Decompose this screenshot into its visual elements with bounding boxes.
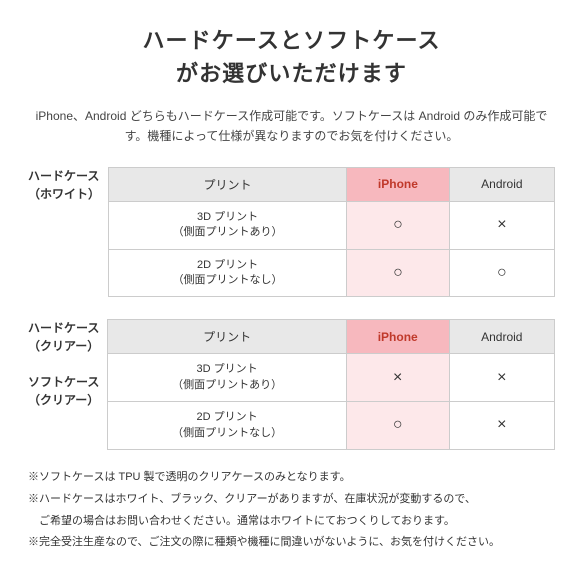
table2-header-iphone: iPhone (346, 320, 449, 354)
table2-row2-print: 2D プリント（側面プリントなし） (108, 402, 346, 450)
note-2: ※ハードケースはホワイト、ブラック、クリアーがありますが、在庫状況が変動するので… (28, 490, 555, 510)
table2: プリント iPhone Android 3D プリント（側面プリントあり） × … (107, 319, 555, 450)
table1-row2-iphone: ○ (347, 249, 450, 297)
table2-header-android: Android (449, 320, 554, 354)
table1-row1-iphone: ○ (347, 201, 450, 249)
note-4: ※完全受注生産なので、ご注文の際に種類や機種に間違いがないように、お気を付けくだ… (28, 533, 555, 553)
description-text: iPhone、Android どちらもハードケース作成可能です。ソフトケースは … (28, 106, 555, 147)
table2-row-labels: ハードケース（クリアー） ソフトケース（クリアー） (28, 319, 107, 409)
note-3: ご希望の場合はお問い合わせください。通常はホワイトにておつくりしております。 (28, 512, 555, 532)
table2-row1-print: 3D プリント（側面プリントあり） (108, 354, 346, 402)
table2-row2-iphone: ○ (346, 402, 449, 450)
table2-header-print: プリント (108, 320, 346, 354)
main-title: ハードケースとソフトケース がお選びいただけます (28, 24, 555, 90)
table1-row1-android: × (449, 201, 554, 249)
table-row: 2D プリント（側面プリントなし） ○ ○ (109, 249, 555, 297)
table1-container: プリント iPhone Android 3D プリント（側面プリントあり） ○ … (108, 167, 555, 298)
table2-wrapper: ハードケース（クリアー） ソフトケース（クリアー） プリント iPhone An… (28, 319, 555, 450)
page-container: ハードケースとソフトケース がお選びいただけます iPhone、Android … (28, 24, 555, 553)
notes-section: ※ソフトケースは TPU 製で透明のクリアケースのみとなります。 ※ハードケース… (28, 468, 555, 553)
table1-row2-print: 2D プリント（側面プリントなし） (109, 249, 347, 297)
table2-row1-android: × (449, 354, 554, 402)
table2-container: プリント iPhone Android 3D プリント（側面プリントあり） × … (107, 319, 555, 450)
table1: プリント iPhone Android 3D プリント（側面プリントあり） ○ … (108, 167, 555, 298)
table1-header-android: Android (449, 167, 554, 201)
table1-row-label: ハードケース（ホワイト） (28, 167, 108, 203)
table1-row2-android: ○ (449, 249, 554, 297)
table-row: 3D プリント（側面プリントあり） × × (108, 354, 555, 402)
table-row: 3D プリント（側面プリントあり） ○ × (109, 201, 555, 249)
table1-header-print: プリント (109, 167, 347, 201)
table1-wrapper: ハードケース（ホワイト） プリント iPhone Android 3D プリント… (28, 167, 555, 298)
table2-row1-iphone: × (346, 354, 449, 402)
table2-row2-android: × (449, 402, 554, 450)
note-1: ※ソフトケースは TPU 製で透明のクリアケースのみとなります。 (28, 468, 555, 488)
table1-row1-print: 3D プリント（側面プリントあり） (109, 201, 347, 249)
table-row: 2D プリント（側面プリントなし） ○ × (108, 402, 555, 450)
table1-header-iphone: iPhone (347, 167, 450, 201)
